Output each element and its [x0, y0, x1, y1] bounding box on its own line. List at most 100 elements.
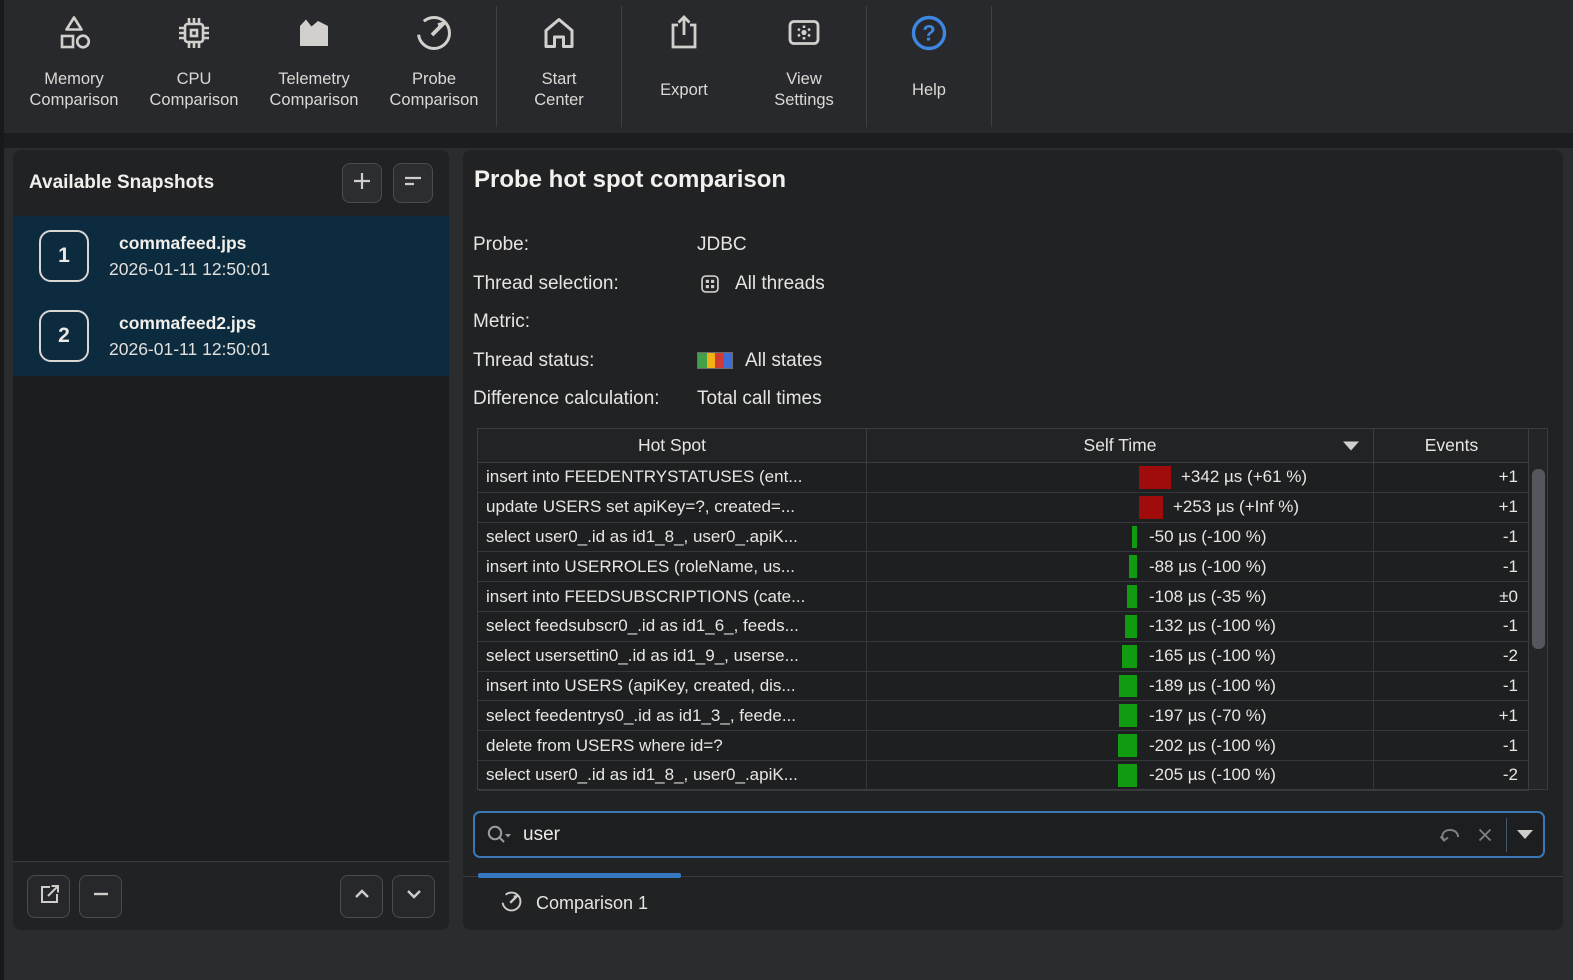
- table-row[interactable]: select user0_.id as id1_8_, user0_.apiK.…: [478, 522, 1547, 553]
- table-row[interactable]: select usersettin0_.id as id1_9_, userse…: [478, 641, 1547, 672]
- search-input[interactable]: [521, 822, 1436, 847]
- events-cell: +1: [1374, 701, 1529, 732]
- toolbar-item-label-line: Help: [912, 80, 946, 99]
- toolbar: Memory Comparison CPU Comparison Telemetry Co…: [0, 0, 1573, 133]
- clear-search-icon[interactable]: [1474, 824, 1506, 846]
- toolbar-export[interactable]: Export: [624, 0, 744, 133]
- snapshots-list: 1 commafeed.jps 2026-01-11 12:50:01 2 commaf…: [13, 216, 449, 861]
- hotspot-cell: select user0_.id as id1_8_, user0_.apiK.…: [478, 760, 867, 791]
- table-row[interactable]: update USERS set apiKey=?, created=... +2…: [478, 492, 1547, 523]
- snapshot-info: commafeed.jps 2026-01-11 12:50:01: [109, 233, 270, 280]
- snapshot-number-badge: 2: [39, 310, 89, 362]
- export-icon: [664, 13, 704, 53]
- decrease-bar: [1125, 614, 1137, 638]
- add-snapshot-button[interactable]: [342, 163, 382, 203]
- decrease-bar: [1129, 555, 1137, 579]
- self-time-cell: -165 µs (-100 %): [867, 641, 1374, 672]
- increase-bar: [1139, 495, 1163, 519]
- property-value: All states: [745, 349, 823, 371]
- property-row: Difference calculation: Total call times: [473, 380, 825, 419]
- table-row[interactable]: select user0_.id as id1_8_, user0_.apiK.…: [478, 760, 1547, 791]
- threads-grid-icon: [697, 271, 723, 297]
- chevron-up-icon: [349, 881, 375, 912]
- events-cell: -1: [1374, 671, 1529, 702]
- events-cell: -1: [1374, 552, 1529, 583]
- search-options-dropdown[interactable]: [1507, 813, 1543, 856]
- open-window-icon: [36, 881, 62, 912]
- table-row[interactable]: select feedentrys0_.id as id1_3_, feede.…: [478, 701, 1547, 732]
- toolbar-probe-comparison[interactable]: Probe Comparison: [374, 0, 494, 133]
- toolbar-item-label: View Settings: [774, 57, 834, 123]
- table-body: insert into FEEDENTRYSTATUSES (ent... +34…: [478, 463, 1547, 791]
- property-row: Thread selection: All threads: [473, 265, 825, 304]
- toolbar-item-label-line: Comparison: [149, 91, 239, 109]
- comparison-properties: Probe: JDBC Thread selection: All threads Me…: [473, 226, 825, 419]
- column-header-hotspot[interactable]: Hot Spot: [478, 429, 867, 463]
- snapshot-list-item[interactable]: 2 commafeed2.jps 2026-01-11 12:50:01: [13, 296, 449, 376]
- self-time-value: -108 µs (-35 %): [1149, 586, 1267, 606]
- toolbar-item-label-line: Export: [660, 80, 708, 99]
- property-label: Thread selection:: [473, 272, 619, 294]
- hotspot-table: Hot Spot Self Time Events insert into FE…: [477, 428, 1548, 791]
- thread-states-icon: [697, 352, 733, 370]
- hotspot-cell: insert into USERROLES (roleName, us...: [478, 552, 867, 583]
- property-label: Difference calculation:: [473, 388, 660, 410]
- dropdown-arrow-icon: [1517, 830, 1533, 839]
- hotspot-cell: delete from USERS where id=?: [478, 731, 867, 761]
- self-time-value: -189 µs (-100 %): [1149, 675, 1276, 695]
- snapshots-title: Available Snapshots: [29, 172, 215, 193]
- toolbar-start-center[interactable]: Start Center: [499, 0, 619, 133]
- table-row[interactable]: select feedsubscr0_.id as id1_6_, feeds.…: [478, 611, 1547, 642]
- sort-snapshots-button[interactable]: [393, 163, 433, 203]
- table-row[interactable]: delete from USERS where id=? -202 µs (-10…: [478, 731, 1547, 761]
- toolbar-item-label: Memory Comparison: [30, 57, 119, 123]
- toolbar-telemetry-comparison[interactable]: Telemetry Comparison: [254, 0, 374, 133]
- toolbar-item-label-line: Comparison: [269, 91, 359, 109]
- table-row[interactable]: insert into FEEDSUBSCRIPTIONS (cate... -1…: [478, 582, 1547, 612]
- chevron-down-icon: [401, 881, 427, 912]
- self-time-cell: +342 µs (+61 %): [867, 463, 1374, 493]
- decrease-bar: [1118, 734, 1137, 757]
- hotspot-cell: select feedentrys0_.id as id1_3_, feede.…: [478, 701, 867, 732]
- scrollbar-thumb[interactable]: [1532, 469, 1545, 649]
- self-time-cell: +253 µs (+Inf %): [867, 492, 1374, 523]
- self-time-value: -132 µs (-100 %): [1149, 616, 1276, 636]
- table-row[interactable]: insert into FEEDENTRYSTATUSES (ent... +34…: [478, 463, 1547, 493]
- comparison-panel: Probe hot spot comparison Probe: JDBC Thre…: [463, 150, 1563, 930]
- tab-comparison-1[interactable]: Comparison 1: [478, 873, 681, 929]
- toolbar-help[interactable]: ? Help: [869, 0, 989, 133]
- self-time-cell: -197 µs (-70 %): [867, 701, 1374, 732]
- column-header-selftime[interactable]: Self Time: [867, 429, 1374, 463]
- svg-text:?: ?: [922, 21, 935, 46]
- toolbar-cpu-comparison[interactable]: CPU Comparison: [134, 0, 254, 133]
- events-cell: -2: [1374, 760, 1529, 791]
- open-snapshot-button[interactable]: [27, 874, 70, 918]
- table-row[interactable]: insert into USERS (apiKey, created, dis.…: [478, 671, 1547, 702]
- toolbar-view-settings[interactable]: View Settings: [744, 0, 864, 133]
- events-cell: -1: [1374, 731, 1529, 761]
- table-scrollbar[interactable]: [1528, 429, 1547, 789]
- toolbar-item-label-line: Center: [534, 91, 584, 109]
- snapshot-list-item[interactable]: 1 commafeed.jps 2026-01-11 12:50:01: [13, 216, 449, 296]
- toolbar-memory-comparison[interactable]: Memory Comparison: [14, 0, 134, 133]
- snapshot-number-badge: 1: [39, 230, 89, 282]
- snapshot-name: commafeed2.jps: [119, 312, 257, 333]
- self-time-cell: -202 µs (-100 %): [867, 731, 1374, 761]
- search-icon[interactable]: [485, 823, 513, 847]
- hotspot-cell: insert into FEEDSUBSCRIPTIONS (cate...: [478, 582, 867, 612]
- remove-snapshot-button[interactable]: [79, 874, 122, 918]
- view-settings-icon: [784, 13, 824, 53]
- self-time-cell: -50 µs (-100 %): [867, 522, 1374, 553]
- table-row[interactable]: insert into USERROLES (roleName, us... -8…: [478, 552, 1547, 583]
- help-icon: ?: [909, 13, 949, 53]
- property-value: All threads: [735, 272, 825, 294]
- move-up-button[interactable]: [340, 874, 383, 918]
- cpu-comparison-icon: [174, 13, 214, 53]
- increase-bar: [1139, 466, 1171, 489]
- search-wrap-icon[interactable]: [1436, 823, 1474, 847]
- move-down-button[interactable]: [392, 874, 435, 918]
- toolbar-item-label-line: Comparison: [389, 91, 479, 109]
- self-time-cell: -88 µs (-100 %): [867, 552, 1374, 583]
- column-header-events[interactable]: Events: [1374, 429, 1529, 463]
- sort-descending-icon: [1343, 441, 1359, 450]
